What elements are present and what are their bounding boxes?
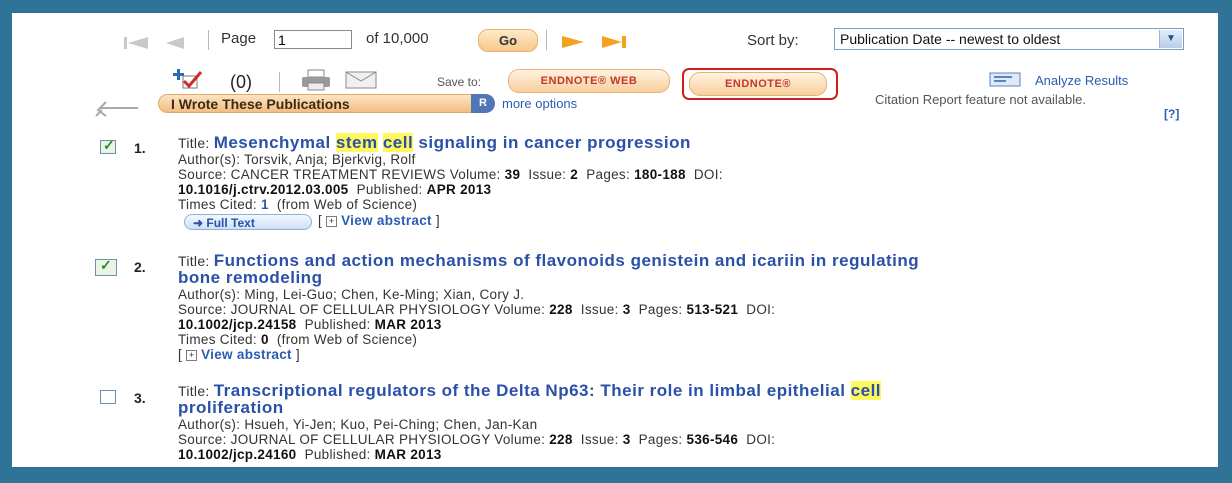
next-page-icon[interactable] [558,33,588,51]
doi-line: 10.1002/jcp.24158 Published: MAR 2013 [178,317,442,332]
view-abstract-link[interactable]: View abstract [201,347,292,362]
add-to-marked-list-icon[interactable] [167,67,217,91]
check-icon: ✓ [100,257,112,273]
more-options-link[interactable]: more options [502,96,577,111]
record-checkbox[interactable]: ✓ [95,257,117,276]
analyze-results-link[interactable]: Analyze Results [1035,73,1128,88]
results-panel: Page of 10,000 Go Sort by: Publication D… [12,13,1218,467]
print-icon[interactable] [300,68,334,92]
i-wrote-these-publications-button[interactable]: I Wrote These Publications R [158,94,495,113]
arrow-down-left-icon [95,101,138,117]
times-cited-line: Times Cited: 0 (from Web of Science) [178,332,418,347]
endnote-web-button[interactable]: ENDNOTE® WEB [508,69,670,93]
record-title-link-cont[interactable]: proliferation [178,398,284,417]
full-text-button[interactable]: ➜ Full Text [184,214,312,230]
times-cited-value: 0 [260,332,269,347]
analyze-results-icon[interactable] [989,72,1023,88]
sort-select[interactable]: Publication Date -- newest to oldest ▼ [834,28,1184,50]
expand-icon[interactable]: + [326,216,338,227]
go-button[interactable]: Go [478,29,538,52]
title-line-2: proliferation [178,398,284,418]
authors-line: Author(s): Torsvik, Anja; Bjerkvig, Rolf [178,152,416,167]
title-line-2: bone remodeling [178,268,322,288]
email-icon[interactable] [344,70,380,90]
authors-line: Author(s): Ming, Lei-Guo; Chen, Ke-Ming;… [178,287,525,302]
record-title-link[interactable]: Mesenchymal stem cell signaling in cance… [214,133,691,152]
chevron-down-icon[interactable]: ▼ [1159,30,1182,48]
page-number-input[interactable] [274,30,352,49]
prev-page-icon[interactable] [162,35,188,51]
i-wrote-label: I Wrote These Publications [171,96,350,112]
record-number: 3. [134,390,146,406]
view-abstract: [ + View abstract ] [178,347,300,362]
view-abstract-link[interactable]: View abstract [341,213,432,228]
researcherid-badge: R [471,94,495,113]
divider [546,30,547,50]
record-number: 2. [134,259,146,275]
source-line: Source: CANCER TREATMENT REVIEWS Volume:… [178,167,723,182]
page-total-label: of 10,000 [366,30,429,47]
title-label: Title: [178,383,210,399]
title-label: Title: [178,253,210,269]
check-icon: ✓ [103,137,115,153]
record-checkbox[interactable] [100,390,116,404]
divider [279,72,280,92]
sort-value: Publication Date -- newest to oldest [840,31,1061,47]
endnote-button[interactable]: ENDNOTE® [689,72,827,96]
marked-count: (0) [230,72,252,92]
citation-report-note: Citation Report feature not available. [875,92,1087,107]
record-title-link-cont[interactable]: bone remodeling [178,268,322,287]
title-line: Title: Mesenchymal stem cell signaling i… [178,133,691,153]
doi-line: 10.1002/jcp.24160 Published: MAR 2013 [178,447,442,462]
first-page-icon[interactable] [122,35,150,51]
record-title-link[interactable]: Transcriptional regulators of the Delta … [214,381,882,400]
save-to-label: Save to: [437,75,482,89]
doi-line: 10.1016/j.ctrv.2012.03.005 Published: AP… [178,182,492,197]
source-line: Source: JOURNAL OF CELLULAR PHYSIOLOGY V… [178,302,776,317]
arrow-right-icon: ➜ [193,216,207,230]
sort-label: Sort by: [747,32,799,49]
title-label: Title: [178,135,210,151]
last-page-icon[interactable] [598,33,630,51]
view-abstract: [ + View abstract ] [318,213,440,228]
times-cited-line: Times Cited: 1 (from Web of Science) [178,197,418,212]
source-line: Source: JOURNAL OF CELLULAR PHYSIOLOGY V… [178,432,776,447]
record-checkbox[interactable]: ✓ [100,137,116,154]
help-link[interactable]: [?] [1164,107,1179,121]
times-cited-link[interactable]: 1 [261,197,269,212]
page-label: Page [221,30,257,47]
divider [208,30,209,50]
authors-line: Author(s): Hsueh, Yi-Jen; Kuo, Pei-Ching… [178,417,538,432]
expand-icon[interactable]: + [186,350,198,361]
record-number: 1. [134,140,146,156]
